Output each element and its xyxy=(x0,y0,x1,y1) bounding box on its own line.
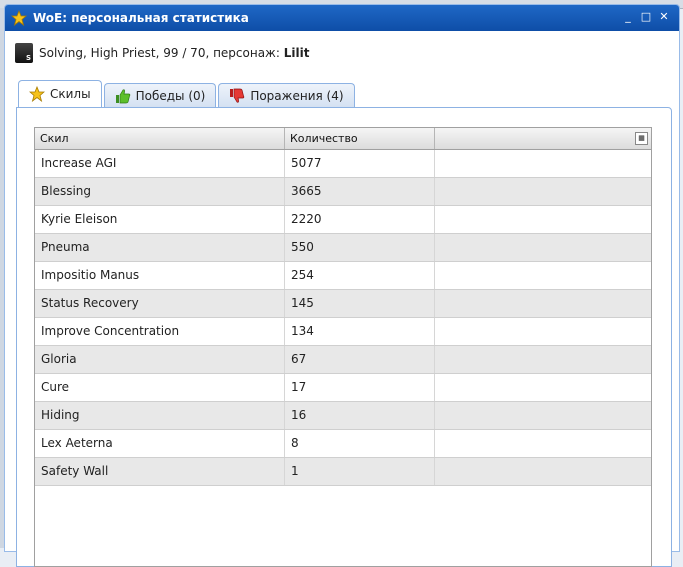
column-menu-icon[interactable]: ▦ xyxy=(635,132,648,145)
empty-cell xyxy=(435,262,651,289)
table-row[interactable]: Hiding 16 xyxy=(35,402,651,430)
table-row[interactable]: Lex Aeterna 8 xyxy=(35,430,651,458)
table-row[interactable]: Safety Wall 1 xyxy=(35,458,651,486)
table-row[interactable]: Impositio Manus 254 xyxy=(35,262,651,290)
tab-panel: Скил Количество ▦ Increase AGI 5077 Blessi… xyxy=(16,107,672,567)
table-row[interactable]: Kyrie Eleison 2220 xyxy=(35,206,651,234)
tab-label: Скилы xyxy=(50,87,91,101)
stats-window: WoE: персональная статистика _ □ ✕ S Sol… xyxy=(4,4,680,567)
skill-cell: Pneuma xyxy=(35,234,285,261)
count-cell: 17 xyxy=(285,374,435,401)
empty-cell xyxy=(435,402,651,429)
column-header-empty[interactable]: ▦ xyxy=(435,128,651,149)
skill-cell: Blessing xyxy=(35,178,285,205)
skill-cell: Hiding xyxy=(35,402,285,429)
empty-cell xyxy=(435,150,651,177)
character-name: Lilit xyxy=(283,46,310,60)
skill-cell: Kyrie Eleison xyxy=(35,206,285,233)
count-cell: 2220 xyxy=(285,206,435,233)
table-row[interactable]: Cure 17 xyxy=(35,374,651,402)
skill-cell: Improve Concentration xyxy=(35,318,285,345)
empty-cell xyxy=(435,430,651,457)
table-row[interactable]: Gloria 67 xyxy=(35,346,651,374)
count-cell: 1 xyxy=(285,458,435,485)
empty-cell xyxy=(435,234,651,261)
star-icon xyxy=(29,86,45,102)
empty-cell xyxy=(435,206,651,233)
window-title: WoE: персональная статистика xyxy=(33,11,249,25)
skill-cell: Lex Aeterna xyxy=(35,430,285,457)
empty-cell xyxy=(435,290,651,317)
table-row[interactable]: Pneuma 550 xyxy=(35,234,651,262)
tab-wins[interactable]: Победы (0) xyxy=(103,83,217,107)
table-row[interactable]: Improve Concentration 134 xyxy=(35,318,651,346)
star-icon xyxy=(11,10,27,26)
thumbs-up-icon xyxy=(115,88,131,104)
minimize-icon[interactable]: _ xyxy=(621,10,635,24)
close-icon[interactable]: ✕ xyxy=(657,10,671,24)
column-header-skill[interactable]: Скил xyxy=(35,128,285,149)
window-body: S Solving, High Priest, 99 / 70, персона… xyxy=(5,31,679,567)
count-cell: 16 xyxy=(285,402,435,429)
tab-skills[interactable]: Скилы xyxy=(18,80,102,107)
column-header-count[interactable]: Количество xyxy=(285,128,435,149)
rank-badge-icon: S xyxy=(15,43,33,63)
tab-label: Поражения (4) xyxy=(250,88,344,103)
empty-cell xyxy=(435,346,651,373)
table-row[interactable]: Increase AGI 5077 xyxy=(35,150,651,178)
tab-strip: Скилы Победы (0) Поражения (4) xyxy=(18,80,355,107)
empty-cell xyxy=(435,318,651,345)
table-row[interactable]: Status Recovery 145 xyxy=(35,290,651,318)
player-info: S Solving, High Priest, 99 / 70, персона… xyxy=(15,43,309,63)
tab-losses[interactable]: Поражения (4) xyxy=(218,83,355,107)
window-titlebar[interactable]: WoE: персональная статистика _ □ ✕ xyxy=(5,5,679,31)
tab-label: Победы (0) xyxy=(135,88,206,103)
count-cell: 5077 xyxy=(285,150,435,177)
player-info-text: Solving, High Priest, 99 / 70, персонаж:… xyxy=(39,46,310,60)
maximize-icon[interactable]: □ xyxy=(639,10,653,24)
grid-header: Скил Количество ▦ xyxy=(35,128,651,150)
empty-cell xyxy=(435,458,651,485)
table-row[interactable]: Blessing 3665 xyxy=(35,178,651,206)
skill-cell: Increase AGI xyxy=(35,150,285,177)
skill-cell: Gloria xyxy=(35,346,285,373)
empty-cell xyxy=(435,178,651,205)
count-cell: 550 xyxy=(285,234,435,261)
grid-body: Increase AGI 5077 Blessing 3665 Kyrie Eleiso… xyxy=(35,150,651,486)
skill-cell: Status Recovery xyxy=(35,290,285,317)
count-cell: 254 xyxy=(285,262,435,289)
count-cell: 134 xyxy=(285,318,435,345)
count-cell: 8 xyxy=(285,430,435,457)
skill-cell: Impositio Manus xyxy=(35,262,285,289)
skills-grid: Скил Количество ▦ Increase AGI 5077 Blessi… xyxy=(34,127,652,567)
skill-cell: Safety Wall xyxy=(35,458,285,485)
count-cell: 145 xyxy=(285,290,435,317)
count-cell: 3665 xyxy=(285,178,435,205)
thumbs-down-icon xyxy=(229,88,245,104)
count-cell: 67 xyxy=(285,346,435,373)
skill-cell: Cure xyxy=(35,374,285,401)
empty-cell xyxy=(435,374,651,401)
